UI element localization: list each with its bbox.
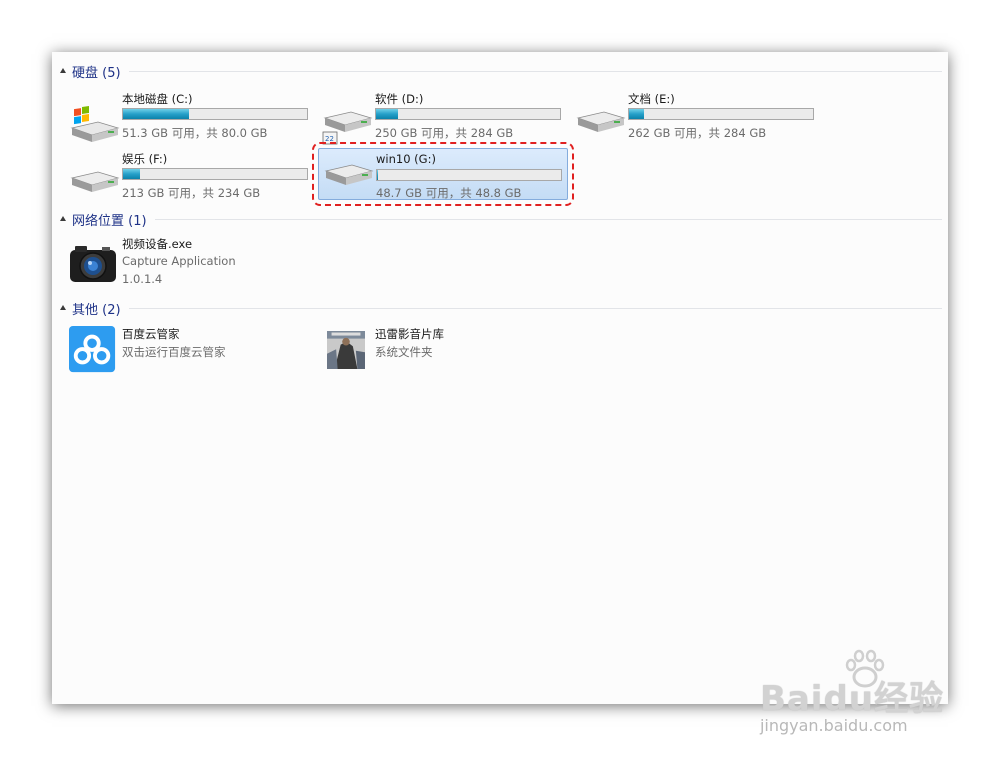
drive-f[interactable]: 娱乐 (F:) 213 GB 可用，共 234 GB [52, 150, 308, 208]
drive-d[interactable]: 22 软件 (D:) 250 GB 可用，共 284 GB [305, 90, 561, 148]
drive-name: win10 (G:) [376, 152, 436, 166]
group-title: 网络位置 (1) [72, 213, 147, 229]
drive-usage-bar [628, 108, 814, 120]
drive-usage-bar [375, 108, 561, 120]
item-description: Capture Application [122, 254, 236, 268]
drive-name: 软件 (D:) [375, 92, 424, 106]
hard-drive-icon [70, 171, 120, 192]
network-item-video-device[interactable]: 视频设备.exe Capture Application 1.0.1.4 [52, 236, 312, 292]
other-item-baidu-cloud[interactable]: 百度云管家 双击运行百度云管家 [52, 326, 302, 378]
hard-drive-icon [576, 111, 626, 132]
group-divider [154, 218, 942, 220]
drive-usage-bar [122, 108, 308, 120]
usage-fill [123, 109, 190, 119]
watermark-url: jingyan.baidu.com [759, 716, 908, 735]
drive-c[interactable]: 本地磁盘 (C:) 51.3 GB 可用，共 80.0 GB [52, 90, 308, 148]
other-item-xunlei-library[interactable]: 迅雷影音片库 系统文件夹 [305, 326, 555, 378]
drive-g[interactable]: win10 (G:) 48.7 GB 可用，共 48.8 GB [312, 142, 574, 206]
group-divider [128, 70, 942, 72]
hard-drive-icon [324, 164, 374, 185]
usage-fill [376, 109, 399, 119]
drive-size-text: 250 GB 可用，共 284 GB [375, 126, 514, 140]
item-version: 1.0.1.4 [122, 272, 163, 286]
item-description: 双击运行百度云管家 [122, 345, 226, 359]
drive-e[interactable]: 文档 (E:) 262 GB 可用，共 284 GB [558, 90, 814, 148]
collapse-triangle-icon[interactable] [60, 215, 66, 221]
drive-usage-bar [122, 168, 308, 180]
usage-fill [377, 170, 378, 180]
baidu-paw-logo-icon [845, 649, 885, 688]
drive-name: 本地磁盘 (C:) [122, 92, 193, 106]
group-header-network[interactable]: 网络位置 (1) [52, 209, 948, 229]
svg-text:22: 22 [325, 135, 334, 143]
collapse-triangle-icon[interactable] [60, 67, 66, 73]
group-header-other[interactable]: 其他 (2) [52, 298, 948, 318]
baidu-cloud-icon [69, 326, 116, 373]
drive-size-text: 51.3 GB 可用，共 80.0 GB [122, 126, 268, 140]
movie-poster-icon [327, 331, 365, 369]
drive-name: 文档 (E:) [628, 92, 675, 106]
usage-fill [629, 109, 644, 119]
explorer-window: 硬盘 (5) 本地磁盘 (C:) 51.3 GB 可用，共 80.0 GB 22 [52, 52, 948, 704]
hard-drive-windows-icon [70, 106, 120, 142]
group-title: 其他 (2) [72, 302, 121, 318]
drive-usage-bar [376, 169, 562, 181]
hard-drive-icon: 22 [322, 111, 373, 145]
usage-fill [123, 169, 140, 179]
camera-icon [70, 246, 116, 282]
drive-size-text: 48.7 GB 可用，共 48.8 GB [376, 186, 522, 200]
drive-size-text: 213 GB 可用，共 234 GB [122, 186, 261, 200]
group-divider [128, 307, 942, 309]
item-name: 百度云管家 [122, 327, 180, 341]
item-name: 迅雷影音片库 [375, 327, 444, 341]
item-name: 视频设备.exe [122, 237, 193, 251]
item-description: 系统文件夹 [375, 345, 433, 359]
group-header-drives[interactable]: 硬盘 (5) [52, 61, 948, 81]
collapse-triangle-icon[interactable] [60, 304, 66, 310]
drive-name: 娱乐 (F:) [122, 152, 168, 166]
drive-size-text: 262 GB 可用，共 284 GB [628, 126, 767, 140]
group-title: 硬盘 (5) [72, 65, 121, 81]
